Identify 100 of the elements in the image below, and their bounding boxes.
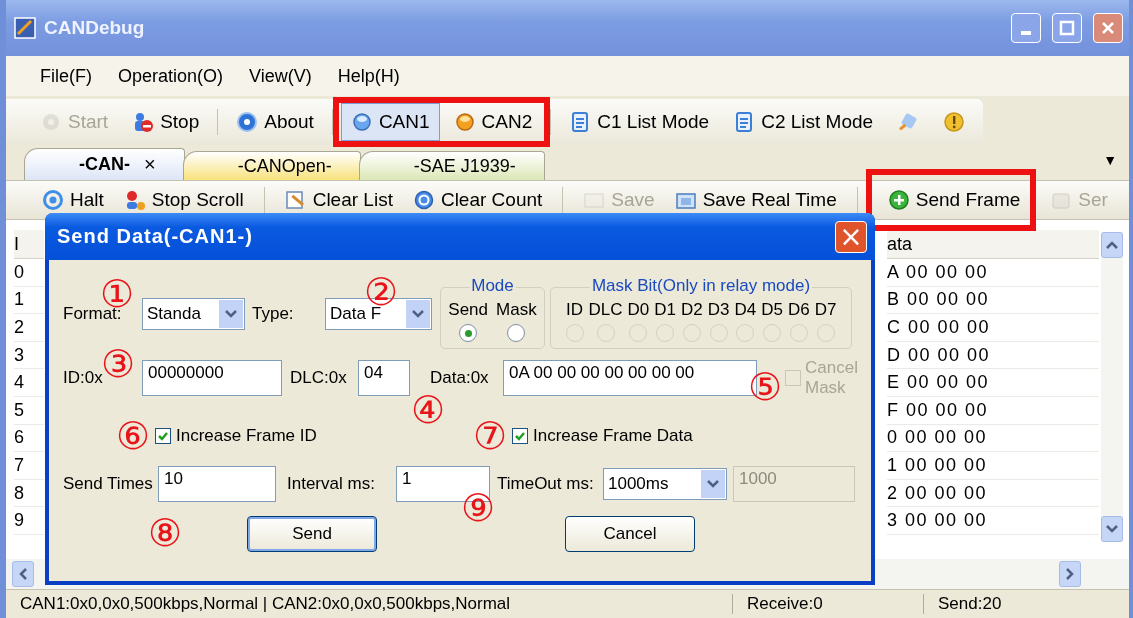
- toolbar-button[interactable]: CAN2: [443, 103, 543, 141]
- dialog-title: Send Data(-CAN1-): [57, 225, 253, 248]
- table-cell: 1 00 00 00: [887, 452, 1099, 480]
- send-times-field[interactable]: 10: [158, 466, 276, 502]
- field-label: Interval ms:: [287, 474, 376, 494]
- option-label: ID: [566, 300, 584, 320]
- option-label: D4: [734, 300, 757, 320]
- callout-number: ⑥: [115, 417, 151, 455]
- toolbar-button[interactable]: Halt: [34, 183, 112, 217]
- field-label: Type:: [252, 304, 295, 324]
- status-text: CAN1:0x0,0x0,500kbps,Normal | CAN2:0x0,0x0,500kbps,Normal: [19, 594, 512, 614]
- menu-item[interactable]: Operation(O): [118, 63, 224, 89]
- minimize-button[interactable]: [1011, 13, 1041, 43]
- table-cell: 5: [14, 396, 44, 425]
- field-label: Send Times: [63, 474, 154, 494]
- chevron-right-icon: [1066, 568, 1074, 580]
- table-cell: 9: [14, 507, 44, 535]
- table-cell: C 00 00 00: [887, 314, 1099, 342]
- status-text: Receive:0: [732, 594, 923, 614]
- maximize-button[interactable]: [1052, 13, 1082, 43]
- menu-item[interactable]: Help(H): [337, 63, 400, 89]
- table-cell: 3: [14, 341, 44, 370]
- checkbox[interactable]: [512, 428, 528, 444]
- led-icon: [350, 111, 373, 133]
- option-label: DLC: [588, 300, 623, 320]
- timeout-dropdown[interactable]: 1000ms: [603, 468, 727, 500]
- chevron-up-icon: [1106, 241, 1118, 249]
- radio-button[interactable]: [459, 324, 478, 342]
- table-cell: B 00 00 00: [887, 286, 1099, 315]
- field-label: ID:0x: [63, 368, 104, 388]
- tab[interactable]: -SAE J1939-: [358, 151, 545, 180]
- cancel-button[interactable]: Cancel: [565, 516, 695, 552]
- field-label: DLC:0x: [290, 368, 348, 388]
- dlc-field[interactable]: 04: [358, 360, 410, 396]
- toolbar-button[interactable]: Stop: [122, 103, 210, 141]
- chevron-down-icon: [707, 480, 719, 488]
- option-label: Send: [448, 300, 489, 320]
- toolbar-button[interactable]: CAN1: [340, 103, 440, 141]
- table-cell: 2 00 00 00: [887, 479, 1099, 508]
- tab-menu-button[interactable]: ▼: [1103, 152, 1117, 168]
- chevron-down-icon: [225, 310, 237, 318]
- group-title: Mask Bit(Only in relay mode): [589, 276, 813, 296]
- pencil-icon: [284, 189, 307, 211]
- checkbox-label: Increase Frame ID: [176, 426, 317, 446]
- table-cell: F 00 00 00: [887, 396, 1099, 425]
- chevron-down-icon: [412, 310, 424, 318]
- add-icon: [887, 189, 910, 211]
- option-label: D1: [654, 300, 677, 320]
- toolbar-button[interactable]: Clear List: [276, 183, 401, 217]
- id-field[interactable]: 00000000: [142, 360, 282, 396]
- maximize-icon: [1059, 20, 1075, 36]
- field-label: TimeOut ms:: [497, 474, 595, 494]
- app-icon: [14, 17, 36, 39]
- window-title: CANDebug: [44, 17, 146, 39]
- table-cell: E 00 00 00: [887, 369, 1099, 397]
- toolbar-button[interactable]: About: [226, 103, 324, 141]
- toolbar-button[interactable]: Send Frame: [879, 183, 1029, 217]
- close-icon: [1100, 20, 1116, 36]
- chevron-left-icon: [19, 568, 27, 580]
- option-label: D7: [814, 300, 837, 320]
- close-button[interactable]: ×: [835, 220, 867, 253]
- callout-number: ⑦: [472, 417, 508, 455]
- led-icon: [453, 111, 476, 133]
- warning-icon: [943, 111, 966, 133]
- tab[interactable]: -CANOpen-: [182, 151, 361, 180]
- checkbox-label: Increase Frame Data: [533, 426, 693, 446]
- option-label: D0: [627, 300, 650, 320]
- toolbar-button[interactable]: C1 List Mode: [559, 103, 720, 141]
- target-icon: [42, 189, 64, 211]
- field-label: Data:0x: [430, 368, 490, 388]
- radio-button[interactable]: [507, 324, 526, 342]
- callout-number: ④: [410, 391, 446, 429]
- table-cell: 8: [14, 479, 44, 508]
- menu-item[interactable]: File(F): [40, 63, 92, 89]
- scrollbar[interactable]: [1101, 232, 1123, 542]
- send-button[interactable]: Send: [247, 516, 377, 552]
- option-label: D6: [787, 300, 810, 320]
- option-label: D2: [681, 300, 703, 320]
- refresh-icon: [412, 189, 435, 211]
- tab-close-button[interactable]: ×: [144, 153, 156, 176]
- tab[interactable]: -CAN- ×: [24, 148, 185, 180]
- format-dropdown[interactable]: Standa: [142, 298, 245, 330]
- option-label: D5: [761, 300, 783, 320]
- table-cell: A 00 00 00: [887, 259, 1099, 287]
- table-cell: 2: [14, 314, 44, 342]
- table-cell: 3 00 00 00: [887, 507, 1099, 535]
- column-header[interactable]: I: [14, 230, 44, 259]
- table-cell: 1: [14, 286, 44, 315]
- menu-item[interactable]: View(V): [249, 63, 312, 89]
- table-cell: 7: [14, 452, 44, 480]
- checkbox[interactable]: [155, 428, 171, 444]
- column-header[interactable]: ata: [887, 230, 1099, 259]
- minimize-icon: [1021, 31, 1031, 35]
- table-cell: 0: [14, 259, 44, 287]
- table-cell: D 00 00 00: [887, 341, 1099, 370]
- close-button[interactable]: [1093, 13, 1123, 43]
- toolbar-button[interactable]: C2 List Mode: [723, 103, 884, 141]
- callout-number: ⑧: [147, 514, 183, 552]
- option-label: D3: [707, 300, 730, 320]
- toolbar-button[interactable]: Stop Scroll: [115, 183, 252, 217]
